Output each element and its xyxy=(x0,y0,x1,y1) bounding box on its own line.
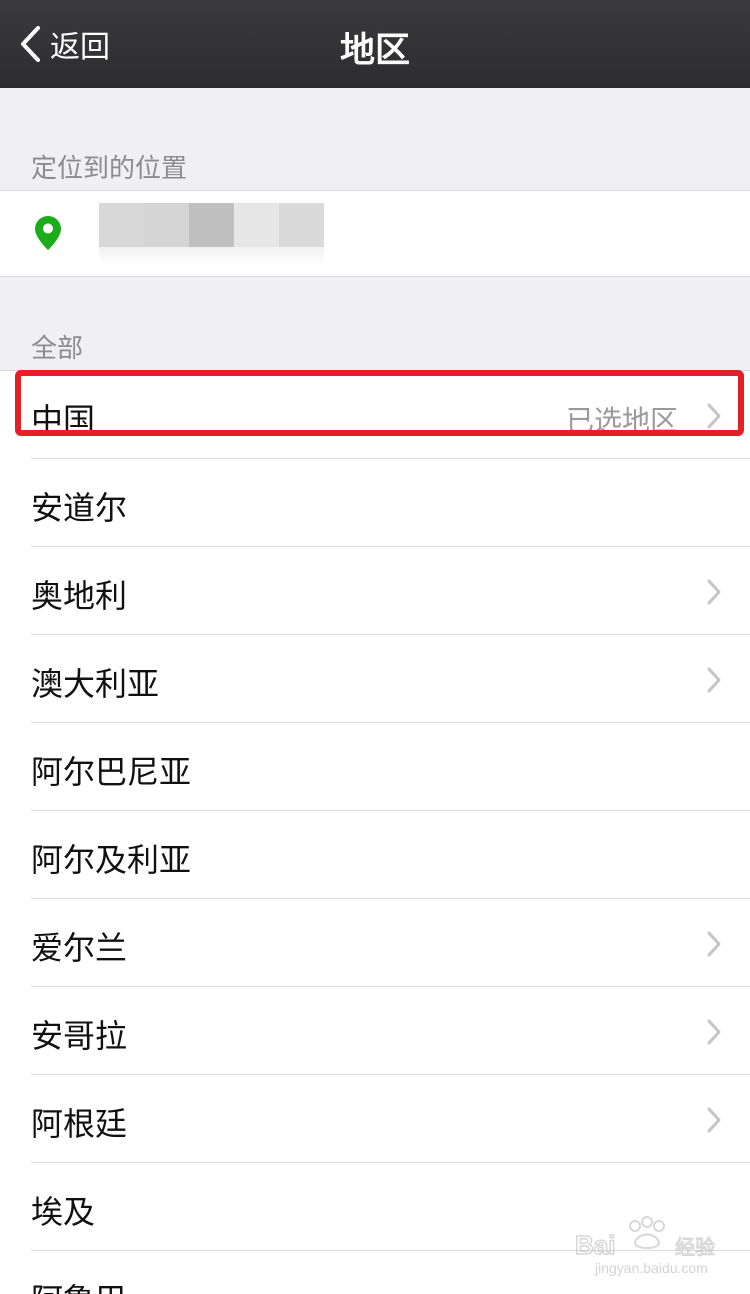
page-title: 地区 xyxy=(339,31,410,71)
chevron-right-icon xyxy=(707,931,721,957)
region-name: 安哥拉 xyxy=(31,1017,128,1055)
baidu-watermark: Bai 经验 jingyan.baidu.com xyxy=(574,1212,716,1280)
region-row-algeria[interactable]: 阿尔及利亚 xyxy=(0,811,750,899)
region-name: 埃及 xyxy=(31,1193,96,1231)
region-name: 阿尔巴尼亚 xyxy=(31,753,192,791)
located-position-row[interactable] xyxy=(0,190,750,277)
region-row-australia[interactable]: 澳大利亚 xyxy=(0,635,750,723)
region-list: 中国 已选地区 安道尔 奥地利 澳大利亚 阿尔巴尼亚 阿尔及利亚 爱尔兰 安哥拉… xyxy=(0,370,750,1294)
region-row-albania[interactable]: 阿尔巴尼亚 xyxy=(0,723,750,811)
svg-text:经验: 经验 xyxy=(675,1236,715,1259)
location-name-blurred xyxy=(99,203,324,267)
region-row-argentina[interactable]: 阿根廷 xyxy=(0,1075,750,1163)
chevron-right-icon xyxy=(707,403,721,429)
all-section-header: 全部 xyxy=(31,334,84,364)
chevron-right-icon xyxy=(707,1107,721,1133)
region-row-ireland[interactable]: 爱尔兰 xyxy=(0,899,750,987)
chevron-right-icon xyxy=(707,1019,721,1045)
region-row-austria[interactable]: 奥地利 xyxy=(0,547,750,635)
region-name: 安道尔 xyxy=(31,489,128,527)
watermark-logo: Bai 经验 xyxy=(574,1216,716,1261)
region-name: 澳大利亚 xyxy=(31,665,160,703)
located-section-header: 定位到的位置 xyxy=(31,154,188,184)
region-name: 奥地利 xyxy=(31,577,128,615)
nav-bar: 返回 地区 xyxy=(0,0,750,88)
region-row-andorra[interactable]: 安道尔 xyxy=(0,459,750,547)
chevron-right-icon xyxy=(707,667,721,693)
region-row-china[interactable]: 中国 已选地区 xyxy=(0,371,750,459)
region-picker-screen: 返回 地区 定位到的位置 全部 中国 已选地区 安道尔 奥地利 澳大利亚 阿尔巴… xyxy=(0,0,750,1294)
map-pin-icon xyxy=(35,216,61,250)
chevron-right-icon xyxy=(707,579,721,605)
region-name: 阿根廷 xyxy=(31,1105,128,1143)
region-name: 爱尔兰 xyxy=(31,929,128,967)
region-row-angola[interactable]: 安哥拉 xyxy=(0,987,750,1075)
svg-text:Bai: Bai xyxy=(575,1230,615,1260)
region-name: 阿尔及利亚 xyxy=(31,841,192,879)
watermark-url: jingyan.baidu.com xyxy=(595,1260,708,1276)
selected-region-status: 已选地区 xyxy=(565,404,678,437)
region-name: 阿鲁巴 xyxy=(31,1275,127,1294)
region-name: 中国 xyxy=(31,401,96,439)
